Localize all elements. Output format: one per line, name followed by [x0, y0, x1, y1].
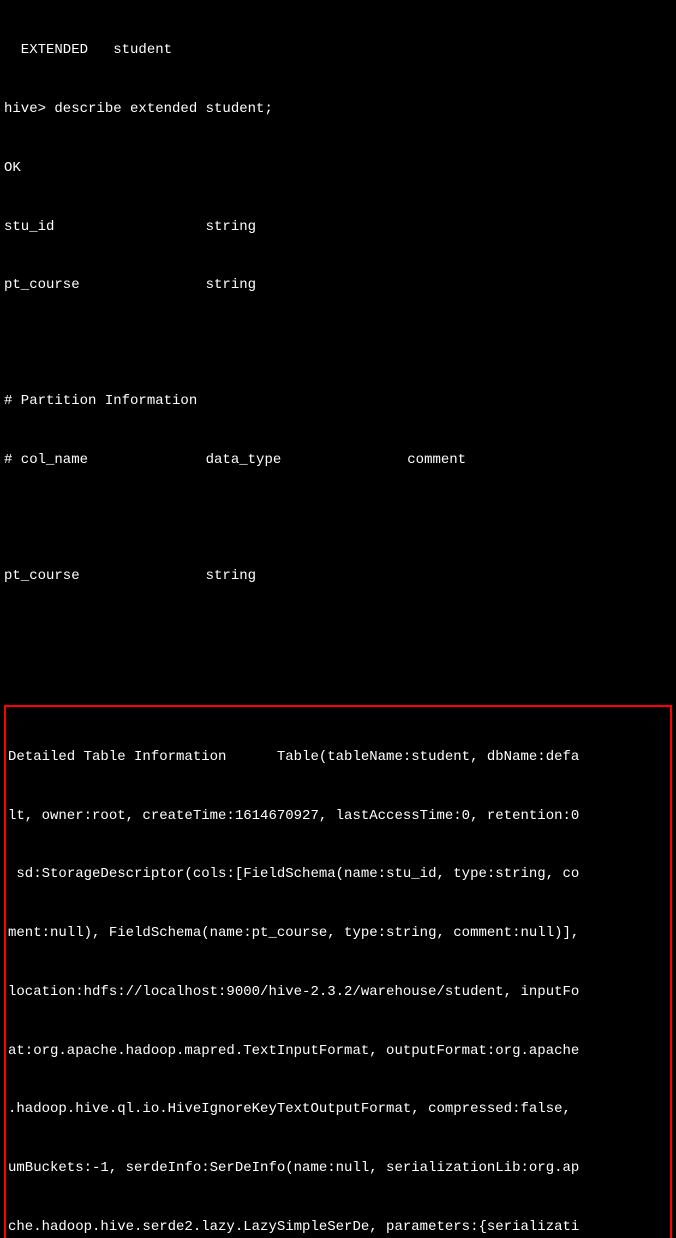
- detail-line: umBuckets:-1, serdeInfo:SerDeInfo(name:n…: [8, 1159, 668, 1179]
- blank-line: [4, 510, 672, 528]
- column-pt-course: pt_course string: [4, 276, 672, 296]
- detail-line: location:hdfs://localhost:9000/hive-2.3.…: [8, 983, 668, 1003]
- detail-line: ment:null), FieldSchema(name:pt_course, …: [8, 924, 668, 944]
- detail-line: .hadoop.hive.ql.io.HiveIgnoreKeyTextOutp…: [8, 1100, 668, 1120]
- partition-columns-header: # col_name data_type comment: [4, 451, 672, 471]
- detail-line: che.hadoop.hive.serde2.lazy.LazySimpleSe…: [8, 1218, 668, 1238]
- partition-col-pt-course: pt_course string: [4, 567, 672, 587]
- ok-line: OK: [4, 159, 672, 179]
- detail-line: at:org.apache.hadoop.mapred.TextInputFor…: [8, 1042, 668, 1062]
- terminal-output[interactable]: EXTENDED student hive> describe extended…: [0, 0, 676, 1238]
- column-stu-id: stu_id string: [4, 218, 672, 238]
- command-line: hive> describe extended student;: [4, 100, 672, 120]
- blank-line: [4, 335, 672, 353]
- truncated-prev-line: EXTENDED student: [4, 41, 672, 61]
- detailed-table-info-box: Detailed Table Information Table(tableNa…: [4, 705, 672, 1238]
- detail-line: sd:StorageDescriptor(cols:[FieldSchema(n…: [8, 865, 668, 885]
- detail-line: Detailed Table Information Table(tableNa…: [8, 748, 668, 768]
- detail-line: lt, owner:root, createTime:1614670927, l…: [8, 807, 668, 827]
- blank-line: [4, 626, 672, 644]
- partition-info-header: # Partition Information: [4, 392, 672, 412]
